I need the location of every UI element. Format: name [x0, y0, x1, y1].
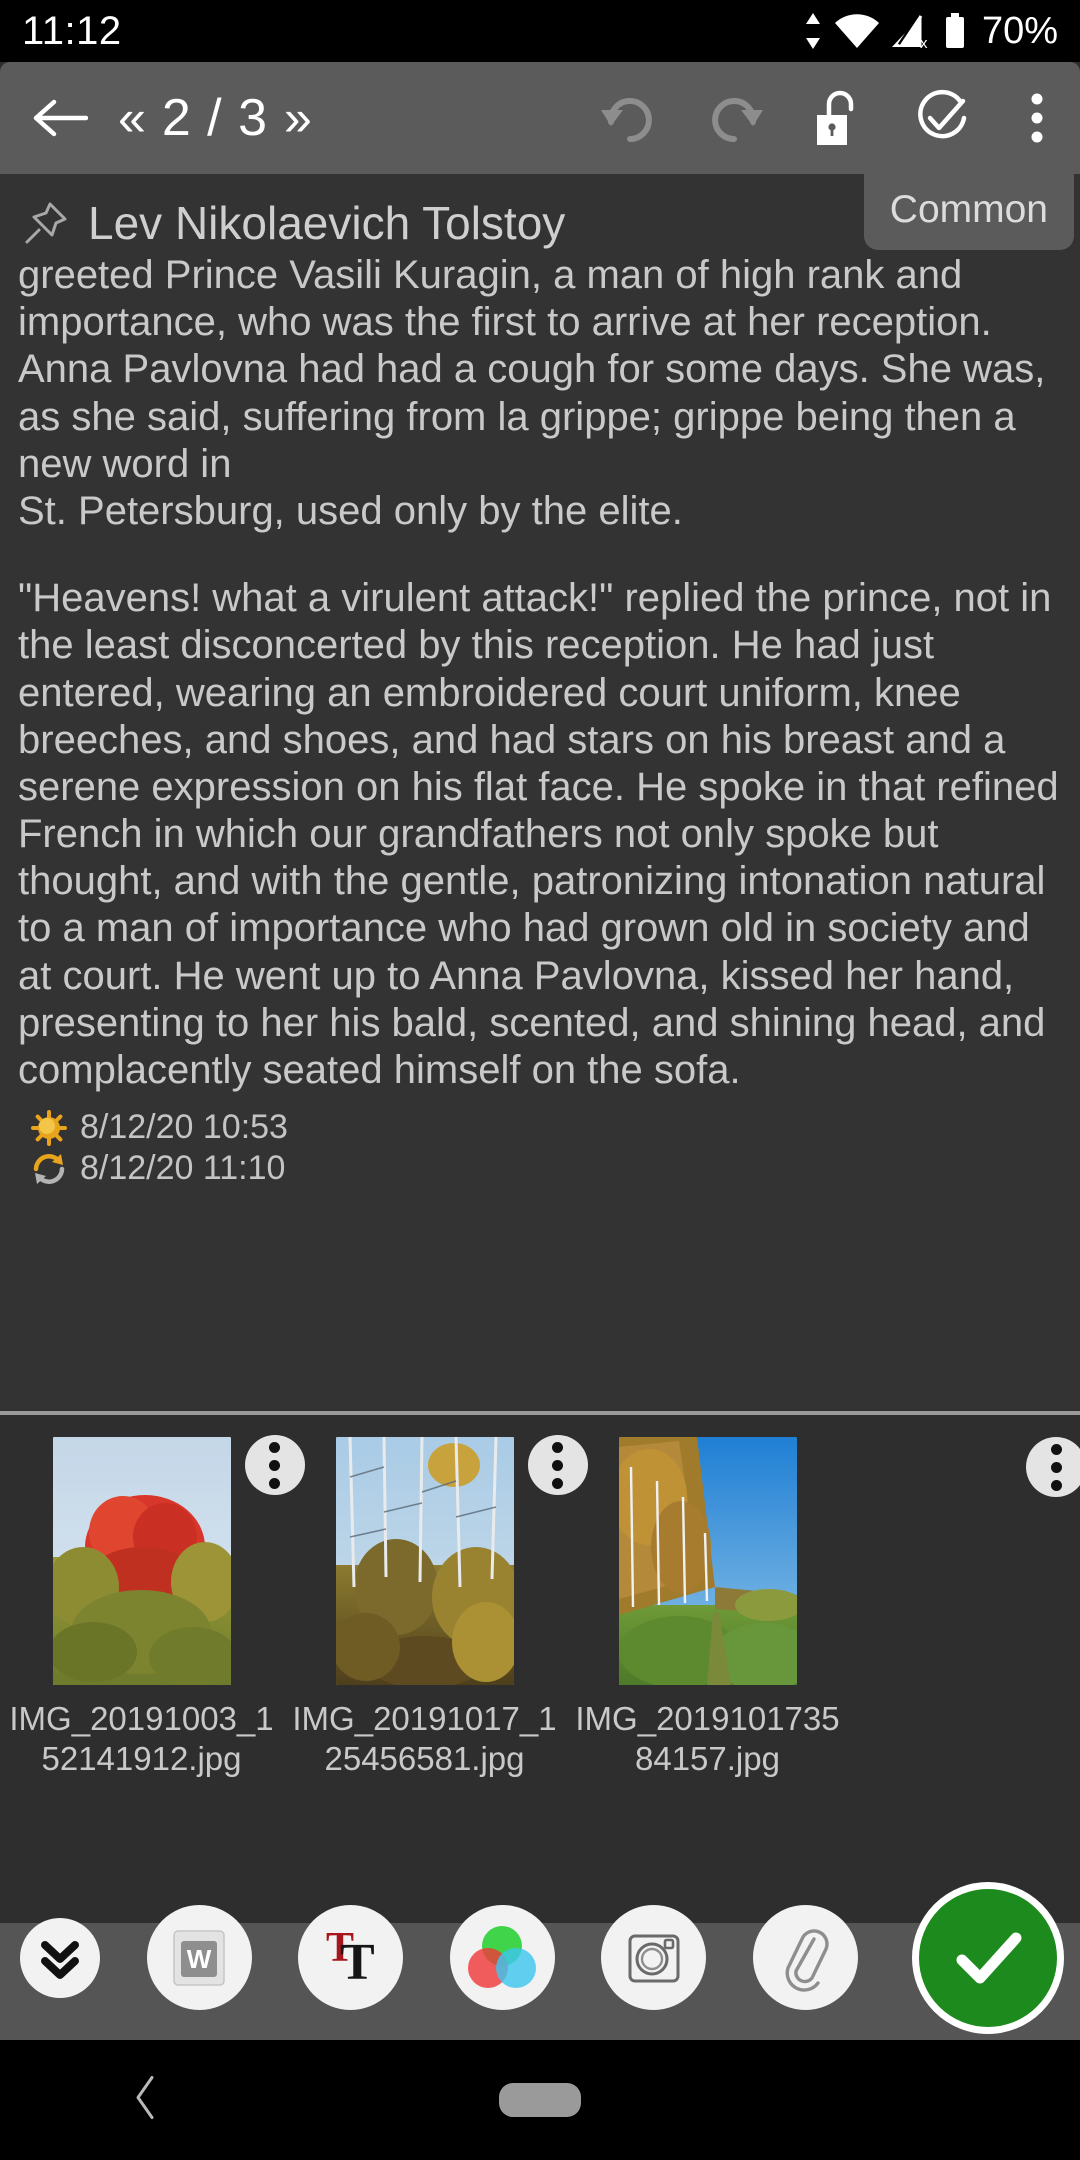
- svg-text:x: x: [920, 35, 928, 51]
- note-paragraph-3: "Heavens! what a virulent attack!" repli…: [18, 576, 1059, 1092]
- attachment-thumbnail-birch-row[interactable]: [618, 1437, 797, 1685]
- attachment-filename: IMG_20191003_152141912.jpg: [9, 1700, 274, 1778]
- note-body-text[interactable]: greeted Prince Vasili Kuragin, a man of …: [0, 252, 1080, 1094]
- sync-modified-icon: [30, 1150, 68, 1188]
- font-format-icon[interactable]: T T: [298, 1905, 403, 2010]
- dot: [269, 1441, 280, 1453]
- prev-page-button[interactable]: «: [118, 93, 146, 143]
- attachment-item[interactable]: IMG_20191003_152141912.jpg: [0, 1415, 305, 1780]
- attachment-strip[interactable]: IMG_20191003_152141912.jpg IMG_20191017_…: [0, 1415, 1080, 1875]
- attachment-item[interactable]: IMG_20191017_125456581.jpg: [283, 1415, 588, 1780]
- dot: [552, 1459, 563, 1471]
- status-icon-group: x 70%: [802, 10, 1058, 53]
- pin-icon[interactable]: [20, 199, 72, 247]
- modified-timestamp: 8/12/20 11:10: [80, 1149, 286, 1188]
- svg-text:T: T: [340, 1934, 375, 1991]
- bottom-toolbar: W T T: [0, 1875, 1080, 2040]
- attachment-thumbnail-red-tree[interactable]: [52, 1437, 231, 1685]
- attachment-menu-button-partial[interactable]: [1026, 1437, 1080, 1497]
- camera-icon[interactable]: [601, 1905, 706, 2010]
- attachment-thumbnail-birch-path[interactable]: [335, 1437, 514, 1685]
- created-timestamp: 8/12/20 10:53: [80, 1108, 288, 1147]
- dot: [1050, 1479, 1062, 1491]
- created-timestamp-row: 8/12/20 10:53: [30, 1108, 1080, 1147]
- overflow-menu-button[interactable]: [994, 62, 1080, 174]
- tab-common-label: Common: [889, 188, 1048, 231]
- note-paragraph-2: St. Petersburg, used only by the elite.: [18, 488, 683, 533]
- attachment-filename: IMG_20191017_125456581.jpg: [292, 1700, 557, 1778]
- cellular-no-sim-icon: x: [890, 11, 932, 51]
- next-page-button[interactable]: »: [284, 93, 312, 143]
- tab-common[interactable]: Common: [863, 174, 1074, 250]
- battery-percent: 70%: [981, 9, 1058, 52]
- dot: [1050, 1443, 1062, 1455]
- attach-paperclip-icon[interactable]: [752, 1905, 858, 2010]
- note-timestamps: 8/12/20 10:53 8/12/20 11:10: [0, 1094, 1080, 1188]
- thumbnail-wrap: [618, 1437, 797, 1685]
- note-paragraph-1: greeted Prince Vasili Kuragin, a man of …: [18, 253, 1046, 486]
- battery-icon: [942, 11, 968, 51]
- page-indicator: 2 / 3: [161, 89, 268, 147]
- nav-back-button[interactable]: [128, 2072, 162, 2129]
- dot: [552, 1441, 563, 1453]
- data-transfer-icon: [802, 11, 824, 51]
- dot: [269, 1459, 280, 1471]
- bottom-toolbar-icons: W T T: [0, 1875, 1080, 2040]
- attachment-item[interactable]: IMG_201910173584157.jpg: [566, 1415, 849, 1780]
- thumbnail-wrap: [335, 1435, 588, 1685]
- note-editor[interactable]: Lev Nikolaevich Tolstoy greeted Prince V…: [0, 174, 1080, 1410]
- app-screen: 11:12 x 70% « 2 / 3 » Common Lev Nikolae…: [0, 0, 1080, 2160]
- dot: [269, 1477, 280, 1489]
- check-circle-button[interactable]: [890, 62, 994, 174]
- note-title[interactable]: Lev Nikolaevich Tolstoy: [88, 196, 565, 250]
- dot: [552, 1477, 563, 1489]
- toolbar-actions: [578, 62, 1080, 174]
- lock-toggle-button[interactable]: [786, 62, 890, 174]
- page-navigator: « 2 / 3 »: [118, 88, 312, 148]
- redo-button[interactable]: [682, 62, 786, 174]
- back-button[interactable]: [0, 96, 118, 140]
- status-clock: 11:12: [22, 8, 122, 53]
- done-check-button[interactable]: [912, 1881, 1064, 2034]
- collapse-icon[interactable]: [20, 1917, 100, 1998]
- dot: [1050, 1461, 1062, 1473]
- sunburst-created-icon: [30, 1109, 68, 1147]
- editor-toolbar: « 2 / 3 »: [0, 62, 1080, 174]
- wifi-icon: [834, 11, 880, 51]
- thumbnail-wrap: [52, 1435, 305, 1685]
- attachment-filename: IMG_201910173584157.jpg: [575, 1700, 840, 1778]
- nav-home-pill[interactable]: [499, 2083, 581, 2117]
- svg-text:W: W: [187, 1944, 212, 1974]
- color-picker-icon[interactable]: [449, 1905, 555, 2010]
- word-document-icon[interactable]: W: [146, 1905, 252, 2010]
- modified-timestamp-row: 8/12/20 11:10: [30, 1149, 1080, 1188]
- android-nav-bar: [0, 2040, 1080, 2160]
- status-bar: 11:12 x 70%: [0, 0, 1080, 62]
- undo-button[interactable]: [578, 62, 682, 174]
